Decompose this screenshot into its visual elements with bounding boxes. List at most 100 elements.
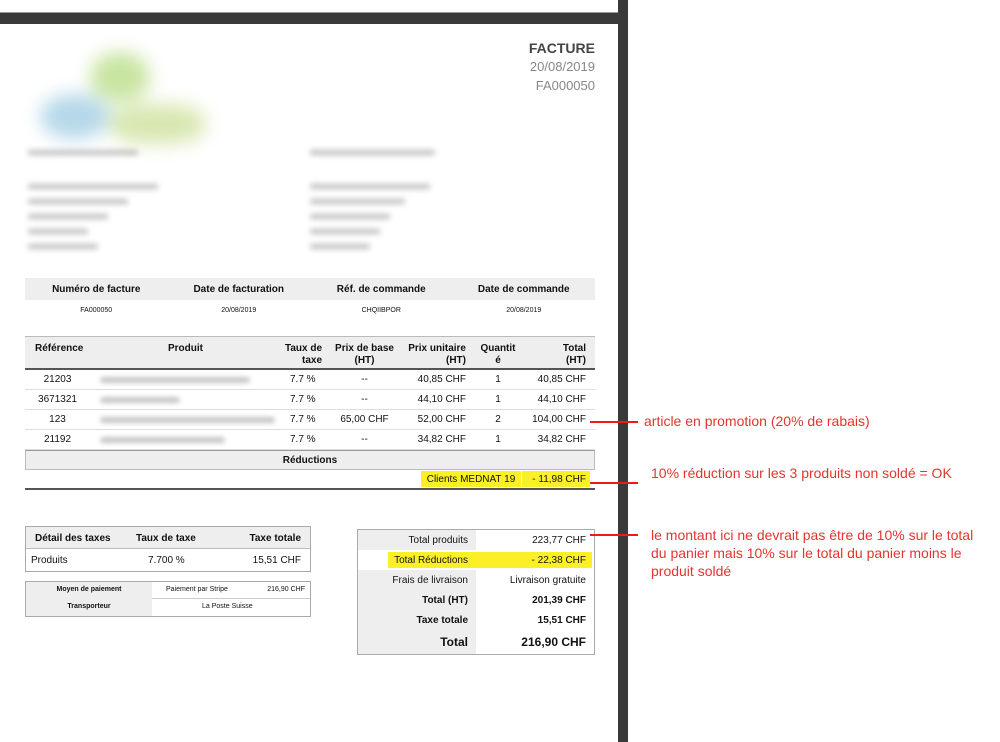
- payment-method-label: Moyen de paiement: [26, 582, 152, 599]
- info-header-invoice-date: Date de facturation: [193, 283, 285, 295]
- col-product: Produit: [168, 343, 203, 354]
- shipping-label: Frais de livraison: [358, 570, 476, 590]
- row-total: 40,85 CHF: [537, 374, 586, 385]
- annotation-arrow: [590, 482, 638, 484]
- table-row: 123 7.7 % 65,00 CHF 52,00 CHF 2 104,00 C…: [25, 410, 595, 430]
- invoice-info-table: Numéro de facture Date de facturation Ré…: [25, 278, 595, 320]
- discount-row: Clients MEDNAT 19 - 11,98 CHF: [25, 470, 595, 490]
- viewer-scrollbar[interactable]: [618, 0, 628, 742]
- info-order-date: 20/08/2019: [506, 306, 542, 314]
- annotation-total-wrong: le montant ici ne devrait pas être de 10…: [651, 527, 974, 579]
- col-base-price: Prix de base (HT): [335, 343, 394, 366]
- col-tax-rate: Taux de taxe: [284, 343, 322, 366]
- grand-total-label: Total: [358, 630, 476, 654]
- row-reference: 21203: [43, 374, 72, 385]
- total-ht-label: Total (HT): [358, 590, 476, 610]
- shipping-row: Frais de livraison Livraison gratuite: [358, 570, 594, 590]
- viewer-toolbar: [0, 0, 628, 24]
- tax-detail-table: Détail des taxes Taux de taxe Taxe total…: [25, 526, 311, 572]
- row-unit-price: 40,85 CHF: [417, 374, 466, 385]
- row-reference: 123: [49, 414, 66, 425]
- discount-label: Clients MEDNAT 19: [421, 471, 521, 487]
- row-product-name: [100, 417, 275, 423]
- total-ht-row: Total (HT) 201,39 CHF: [358, 590, 594, 610]
- total-ht-value: 201,39 CHF: [532, 595, 586, 606]
- tax-header-detail: Détail des taxes: [35, 533, 111, 544]
- total-reductions-row: Total Réductions - 22,38 CHF: [358, 550, 594, 570]
- pdf-viewer: FACTURE 20/08/2019 FA000050 Numéro de fa…: [0, 0, 1000, 742]
- total-reductions-value: - 22,38 CHF: [531, 555, 586, 566]
- payment-method-row: Moyen de paiement Paiement par Stripe 21…: [26, 582, 310, 599]
- total-products-value: 223,77 CHF: [532, 535, 586, 546]
- previous-page-edge: [0, 0, 618, 13]
- tax-detail-header: Détail des taxes Taux de taxe Taxe total…: [26, 527, 310, 549]
- row-base-price: --: [361, 394, 368, 405]
- info-order-ref: CHQIIBPOR: [361, 306, 401, 314]
- total-tax-label: Taxe totale: [358, 610, 476, 630]
- info-table-row: FA000050 20/08/2019 CHQIIBPOR 20/08/2019: [25, 300, 595, 320]
- carrier-value: La Poste Suisse: [202, 603, 253, 610]
- payment-method-value: Paiement par Stripe: [166, 586, 228, 593]
- row-quantity: 2: [495, 414, 501, 425]
- shipping-value: Livraison gratuite: [509, 575, 586, 586]
- products-table: Référence Produit Taux de taxe Prix de ba…: [25, 336, 595, 490]
- info-invoice-date: 20/08/2019: [221, 306, 257, 314]
- discount-value: - 11,98 CHF: [522, 471, 590, 487]
- row-unit-price: 44,10 CHF: [417, 394, 466, 405]
- row-base-price: --: [361, 434, 368, 445]
- info-header-order-date: Date de commande: [477, 283, 570, 295]
- row-quantity: 1: [495, 394, 501, 405]
- total-tax-row: Taxe totale 15,51 CHF: [358, 610, 594, 630]
- row-tax-rate: 7.7 %: [290, 434, 316, 445]
- row-reference: 3671321: [38, 394, 77, 405]
- row-total: 34,82 CHF: [537, 434, 586, 445]
- grand-total-value: 216,90 CHF: [521, 635, 586, 649]
- col-unit-price: Prix unitaire (HT): [408, 343, 466, 366]
- total-products-label: Total produits: [358, 530, 476, 550]
- info-table-header: Numéro de facture Date de facturation Ré…: [25, 278, 595, 300]
- row-total: 44,10 CHF: [537, 394, 586, 405]
- row-total: 104,00 CHF: [532, 414, 586, 425]
- row-product-name: [100, 437, 225, 443]
- total-products-row: Total produits 223,77 CHF: [358, 530, 594, 550]
- invoice-date: 20/08/2019: [529, 59, 595, 74]
- row-unit-price: 52,00 CHF: [417, 414, 466, 425]
- row-reference: 21192: [43, 434, 72, 445]
- carrier-label: Transporteur: [26, 599, 152, 616]
- col-reference: Référence: [35, 343, 84, 354]
- tax-row-total: 15,51 CHF: [252, 555, 301, 566]
- col-total: Total (HT): [562, 343, 586, 366]
- tax-row-label: Produits: [31, 555, 68, 566]
- row-tax-rate: 7.7 %: [290, 374, 316, 385]
- total-tax-value: 15,51 CHF: [537, 615, 586, 626]
- invoice-title: FACTURE: [528, 40, 595, 56]
- table-row: 3671321 7.7 % -- 44,10 CHF 1 44,10 CHF: [25, 390, 595, 410]
- company-logo: [20, 44, 210, 154]
- invoice-number: FA000050: [535, 78, 595, 93]
- info-header-order-ref: Réf. de commande: [336, 283, 426, 295]
- row-tax-rate: 7.7 %: [290, 394, 316, 405]
- row-tax-rate: 7.7 %: [290, 414, 316, 425]
- info-invoice-number: FA000050: [80, 306, 113, 314]
- payment-method-amount: 216,90 CHF: [267, 586, 305, 593]
- tax-row-rate: 7.700 %: [148, 555, 185, 566]
- tax-header-rate: Taux de taxe: [136, 533, 196, 544]
- carrier-row: Transporteur La Poste Suisse: [26, 599, 310, 616]
- tax-detail-row: Produits 7.700 % 15,51 CHF: [26, 549, 310, 571]
- table-row: 21203 7.7 % -- 40,85 CHF 1 40,85 CHF: [25, 370, 595, 390]
- tax-header-total: Taxe totale: [249, 533, 302, 544]
- total-reductions-label: Total Réductions: [394, 555, 468, 566]
- row-base-price: --: [361, 374, 368, 385]
- info-header-invoice-number: Numéro de facture: [52, 283, 141, 295]
- grand-total-row: Total 216,90 CHF: [358, 630, 594, 654]
- products-table-header: Référence Produit Taux de taxe Prix de ba…: [25, 336, 595, 370]
- row-product-name: [100, 377, 250, 383]
- annotation-discount-ok: 10% réduction sur les 3 produits non sol…: [651, 465, 952, 481]
- payment-table: Moyen de paiement Paiement par Stripe 21…: [25, 581, 311, 617]
- customer-address: [310, 150, 450, 259]
- invoice-page: FACTURE 20/08/2019 FA000050 Numéro de fa…: [0, 24, 618, 742]
- totals-table: Total produits 223,77 CHF Total Réductio…: [357, 529, 595, 655]
- annotation-promo: article en promotion (20% de rabais): [644, 413, 870, 429]
- annotation-arrow: [590, 534, 638, 536]
- seller-address: [28, 150, 168, 259]
